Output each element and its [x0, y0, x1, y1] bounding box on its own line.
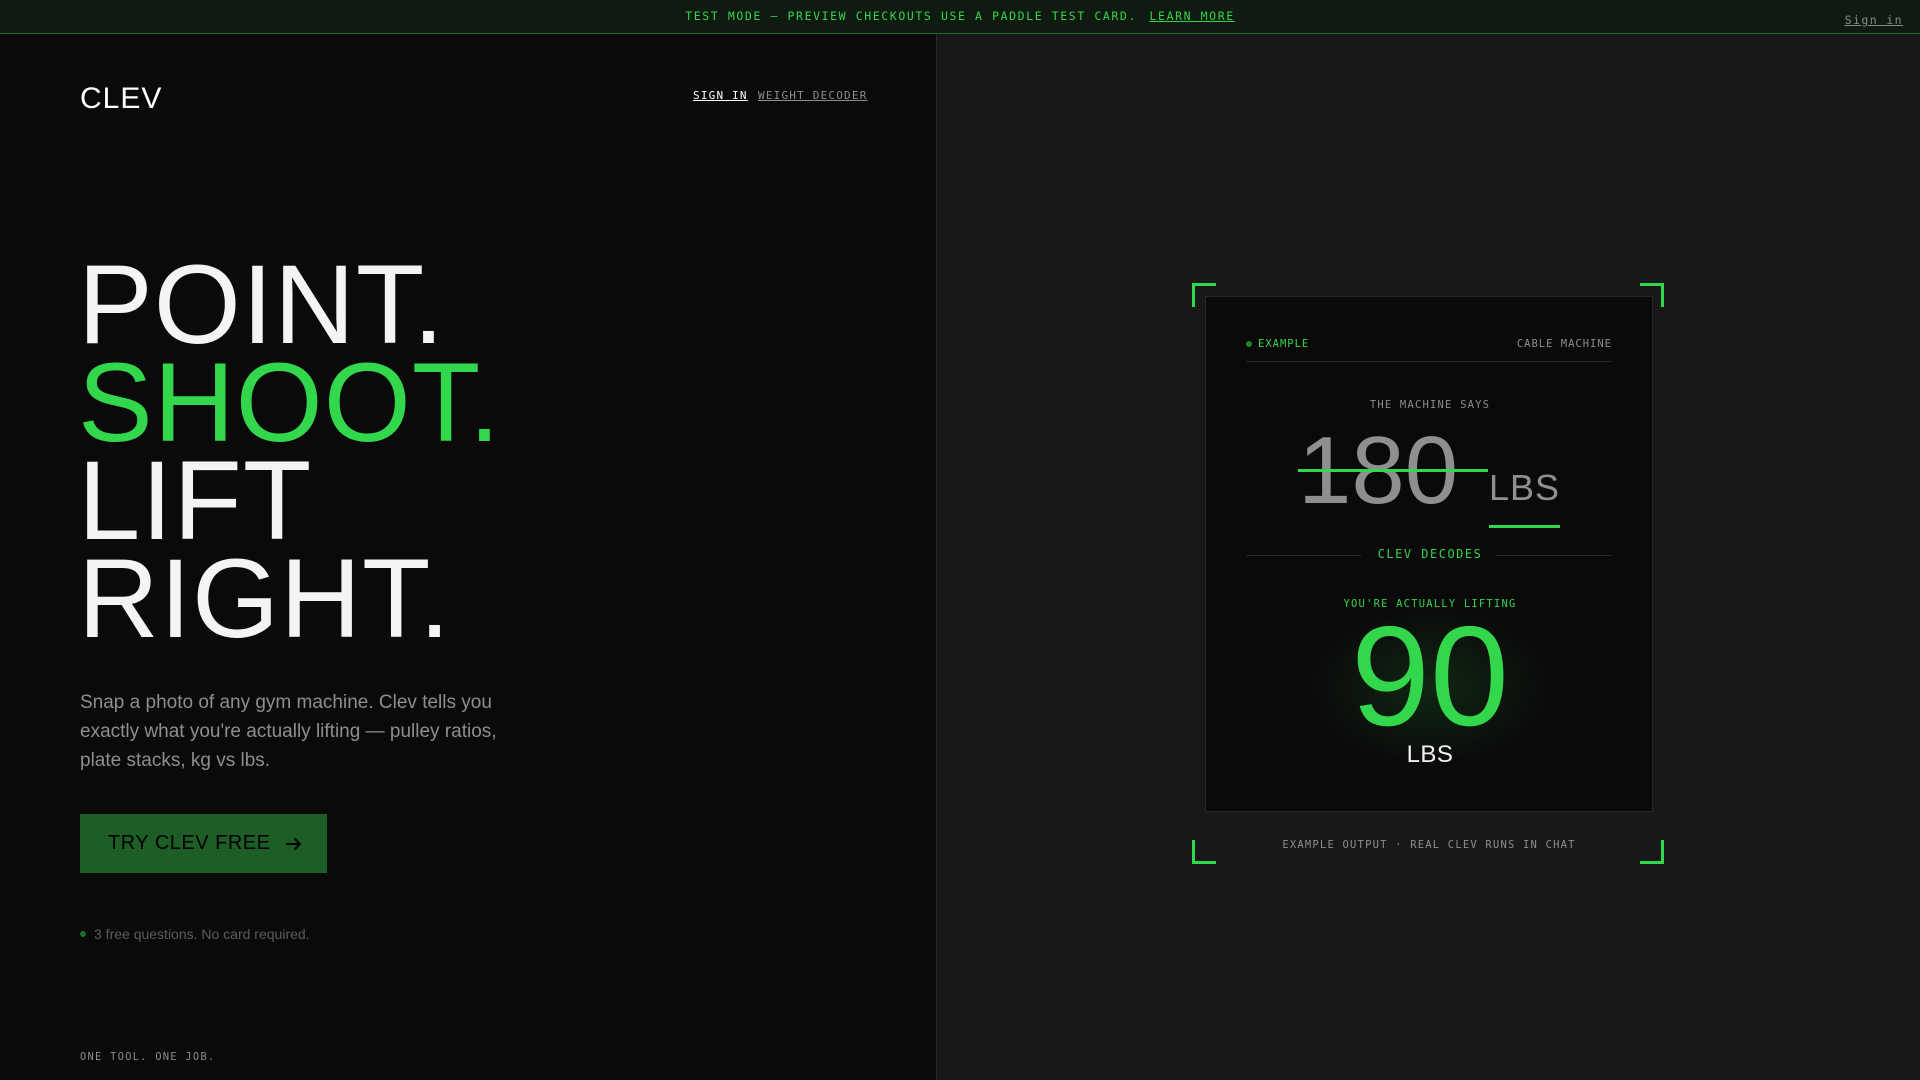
nav-signin-link[interactable]: SIGN IN	[693, 89, 748, 102]
cta-label: TRY CLEV FREE	[108, 832, 271, 854]
arrow-right-icon	[286, 837, 302, 850]
free-note-text: 3 free questions. No card required.	[94, 926, 310, 942]
learn-more-link[interactable]: LEARN MORE	[1150, 9, 1235, 23]
example-card: EXAMPLE CABLE MACHINE THE MACHINE SAYS 1…	[1205, 296, 1653, 812]
footer-tagline: ONE TOOL. ONE JOB.	[80, 1051, 216, 1063]
status-dot-icon	[1246, 341, 1252, 347]
example-badge: EXAMPLE	[1246, 338, 1309, 350]
clev-decodes-label: CLEV DECODES	[1377, 547, 1483, 561]
hero-headline: POINT. SHOOT. LIFT RIGHT.	[78, 249, 501, 661]
hero-subtitle: Snap a photo of any gym machine. Clev te…	[80, 692, 497, 771]
banner-signin-link[interactable]: Sign in	[1845, 13, 1903, 27]
strikethrough-line	[1298, 469, 1488, 472]
banner-message: TEST MODE — PREVIEW CHECKOUTS USE A PADD…	[685, 9, 1137, 23]
card-header: EXAMPLE CABLE MACHINE	[1246, 338, 1612, 362]
machine-says-label: THE MACHINE SAYS	[1369, 399, 1491, 411]
example-caption: EXAMPLE OUTPUT · REAL CLEV RUNS IN CHAT	[1282, 839, 1576, 851]
actual-unit: LBS	[1406, 741, 1454, 768]
machine-type: CABLE MACHINE	[1516, 338, 1612, 350]
try-clev-free-button[interactable]: TRY CLEV FREE	[80, 814, 327, 873]
dot-icon	[80, 931, 86, 937]
headline-line-4: RIGHT.	[78, 536, 452, 661]
actual-weight: 90	[1351, 597, 1509, 756]
example-badge-label: EXAMPLE	[1258, 338, 1310, 350]
hero-panel: CLEV SIGN IN WEIGHT DECODER POINT. SHOOT…	[0, 34, 937, 1080]
banner-message-wrap: TEST MODE — PREVIEW CHECKOUTS USE A PADD…	[0, 9, 1920, 23]
stated-unit: LBS	[1489, 467, 1561, 508]
test-mode-banner: TEST MODE — PREVIEW CHECKOUTS USE A PADD…	[0, 0, 1920, 34]
nav-weight-decoder-link[interactable]: WEIGHT DECODER	[758, 89, 868, 102]
logo[interactable]: CLEV	[80, 82, 162, 116]
unit-underline	[1489, 525, 1560, 528]
free-note: 3 free questions. No card required.	[80, 926, 310, 942]
